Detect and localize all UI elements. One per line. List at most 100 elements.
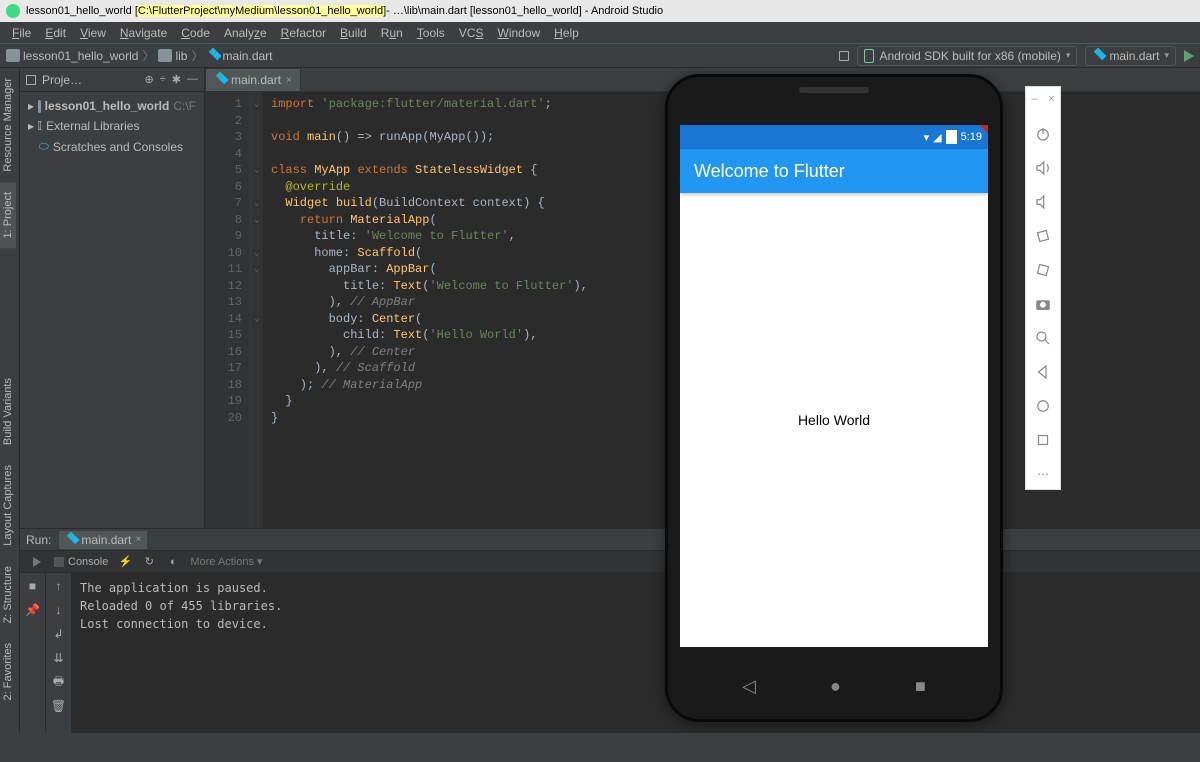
up-icon[interactable]: ↑ [52, 579, 66, 593]
dart-icon [212, 72, 229, 89]
tab-layout-captures[interactable]: Layout Captures [0, 455, 16, 556]
project-panel-header: Proje… ⊕ ÷ ✱ — [20, 68, 204, 92]
hot-reload-icon[interactable]: ⚡ [118, 555, 132, 569]
trash-icon[interactable]: 🗑 [52, 699, 66, 713]
emu-overview-icon[interactable] [1034, 431, 1052, 449]
menu-edit[interactable]: Edit [39, 24, 72, 42]
tree-external-libs[interactable]: ▸ 𝕀 External Libraries [24, 116, 200, 136]
code-area[interactable]: import 'package:flutter/material.dart'; … [263, 92, 588, 528]
gear-icon[interactable]: ✱ [172, 73, 181, 86]
run-button[interactable] [1184, 50, 1194, 62]
breadcrumb-folder[interactable]: lib [158, 49, 187, 63]
print-icon[interactable]: 🖶 [52, 675, 66, 689]
fold-gutter[interactable]: ⌄⌄⌄⌄⌄⌄ ⌄ [251, 92, 263, 528]
menu-file[interactable]: File [6, 24, 37, 42]
menu-bar: File Edit View Navigate Code Analyze Ref… [0, 22, 1200, 44]
volume-up-icon[interactable] [1034, 159, 1052, 177]
grid-icon[interactable] [839, 51, 849, 61]
run-panel: Run: main.dart× Console ⚡ ↻ ◐ More Actio… [20, 528, 1200, 733]
signal-icon: ◢ [933, 131, 941, 144]
tab-favorites[interactable]: 2: Favorites [0, 633, 16, 710]
emulator-window[interactable]: ▾ ◢ 5:19 DEBUG Welcome to Flutter Hello … [665, 74, 1015, 734]
power-icon[interactable] [1034, 125, 1052, 143]
left-tool-stripe: Resource Manager 1: Project Build Varian… [0, 68, 20, 733]
rotate-right-icon[interactable] [1034, 261, 1052, 279]
menu-view[interactable]: View [74, 24, 112, 42]
tab-resource-manager[interactable]: Resource Manager [0, 68, 16, 182]
android-studio-icon [6, 4, 20, 18]
titlebar: lesson01_hello_world [C:\FlutterProject\… [0, 0, 1200, 22]
menu-window[interactable]: Window [491, 24, 546, 42]
tab-project[interactable]: 1: Project [0, 182, 16, 248]
tab-structure[interactable]: Z: Structure [0, 556, 16, 633]
folder-icon [6, 49, 20, 62]
breadcrumb-file[interactable]: main.dart [207, 49, 272, 63]
volume-down-icon[interactable] [1034, 193, 1052, 211]
main-area: Proje… ⊕ ÷ ✱ — ▸ lesson01_hello_world C:… [20, 68, 1200, 528]
title-file: - …\lib\main.dart [lesson01_hello_world]… [386, 5, 663, 17]
breadcrumb-project[interactable]: lesson01_hello_world [6, 49, 138, 63]
nav-bar: lesson01_hello_world 〉 lib 〉 main.dart A… [0, 44, 1200, 68]
emu-more-icon[interactable]: ⋯ [1034, 465, 1052, 483]
close-tab-icon[interactable]: × [286, 75, 292, 86]
menu-code[interactable]: Code [175, 24, 216, 42]
rotate-left-icon[interactable] [1034, 227, 1052, 245]
tree-scratches[interactable]: ⬭ Scratches and Consoles [24, 136, 200, 157]
title-project: lesson01_hello_world [26, 5, 132, 17]
project-tree[interactable]: ▸ lesson01_hello_world C:\F ▸ 𝕀 External… [20, 92, 204, 161]
emu-back-icon[interactable] [1034, 363, 1052, 381]
stop-icon[interactable]: ■ [26, 579, 40, 593]
wifi-icon: ▾ [924, 131, 930, 144]
run-tab-config[interactable]: main.dart× [59, 531, 147, 549]
menu-navigate[interactable]: Navigate [114, 24, 173, 42]
menu-build[interactable]: Build [334, 24, 373, 42]
camera-icon[interactable] [1034, 295, 1052, 313]
android-status-bar: ▾ ◢ 5:19 DEBUG [680, 125, 988, 149]
dart-icon [1090, 47, 1107, 64]
menu-tools[interactable]: Tools [411, 24, 451, 42]
title-path: [C:\FlutterProject\myMedium\lesson01_hel… [135, 5, 386, 17]
scroll-icon[interactable]: ⇊ [52, 651, 66, 665]
menu-analyze[interactable]: Analyze [218, 24, 273, 42]
project-view-icon[interactable] [26, 75, 36, 85]
expand-icon[interactable]: ⊕ [145, 73, 154, 86]
minimize-icon[interactable]: – [1031, 93, 1037, 105]
overview-button[interactable]: ■ [915, 676, 926, 697]
device-frame: ▾ ◢ 5:19 DEBUG Welcome to Flutter Hello … [665, 74, 1003, 722]
zoom-icon[interactable] [1034, 329, 1052, 347]
restart-icon[interactable]: ↻ [142, 555, 156, 569]
battery-icon [946, 130, 957, 144]
close-icon[interactable]: × [1048, 93, 1054, 105]
speaker-grille [799, 87, 869, 93]
emulator-toolbar: –× ⋯ [1025, 86, 1061, 490]
more-actions[interactable]: More Actions ▾ [190, 555, 262, 568]
menu-refactor[interactable]: Refactor [275, 24, 332, 42]
tree-project-root[interactable]: ▸ lesson01_hello_world C:\F [24, 96, 200, 116]
menu-run[interactable]: Run [375, 24, 409, 42]
android-nav-buttons[interactable]: ◁ ● ■ [668, 676, 1000, 697]
menu-vcs[interactable]: VCS [453, 24, 490, 42]
down-icon[interactable]: ↓ [52, 603, 66, 617]
devtools-icon[interactable]: ◐ [166, 555, 180, 569]
back-button[interactable]: ◁ [742, 676, 756, 697]
console-output[interactable]: The application is paused. Reloaded 0 of… [72, 573, 1200, 733]
wrap-icon[interactable]: ↲ [52, 627, 66, 641]
phone-icon [864, 49, 874, 63]
home-button[interactable]: ● [830, 676, 841, 697]
hide-icon[interactable]: — [187, 73, 198, 86]
menu-help[interactable]: Help [548, 24, 585, 42]
device-selector[interactable]: Android SDK built for x86 (mobile) [857, 46, 1077, 66]
device-screen[interactable]: ▾ ◢ 5:19 DEBUG Welcome to Flutter Hello … [680, 125, 988, 647]
console-tab[interactable]: Console [54, 556, 108, 568]
run-config-selector[interactable]: main.dart [1085, 46, 1176, 66]
collapse-icon[interactable]: ÷ [160, 73, 166, 86]
folder-icon [158, 49, 172, 62]
tab-build-variants[interactable]: Build Variants [0, 368, 16, 455]
emu-home-icon[interactable] [1034, 397, 1052, 415]
pin-icon[interactable]: 📌 [26, 603, 40, 617]
rerun-icon[interactable] [30, 555, 44, 569]
breadcrumb: lesson01_hello_world 〉 lib 〉 main.dart [6, 47, 273, 64]
app-bar: Welcome to Flutter [680, 149, 988, 193]
dart-icon [205, 47, 222, 64]
editor-tab-main[interactable]: main.dart× [205, 68, 301, 91]
